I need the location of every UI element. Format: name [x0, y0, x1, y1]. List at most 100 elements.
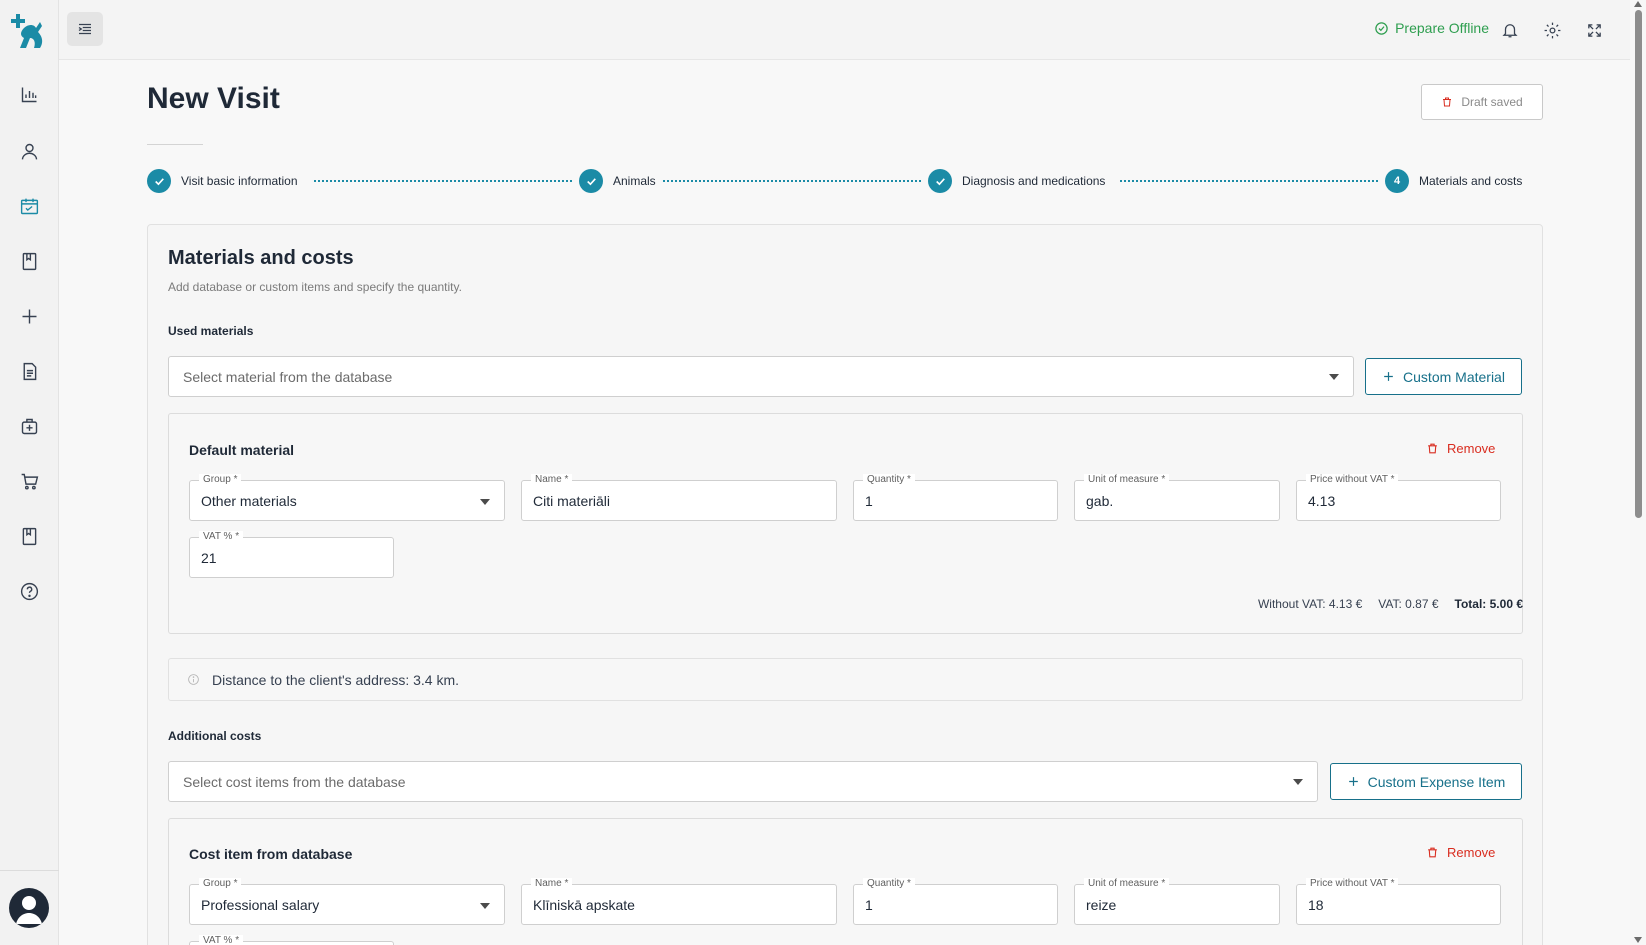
prepare-offline-label: Prepare Offline [1395, 20, 1489, 36]
step-number-badge: 4 [1385, 169, 1409, 193]
step-materials-and-costs[interactable]: 4 Materials and costs [1385, 169, 1522, 193]
cost-group-select[interactable]: Group * Professional salary [189, 878, 505, 925]
prepare-offline-button[interactable]: Prepare Offline [1374, 20, 1489, 36]
field-label: Quantity * [863, 878, 915, 890]
document-icon [23, 362, 36, 380]
field-label: Unit of measure * [1084, 878, 1170, 890]
step-label: Animals [613, 174, 656, 188]
step-animals[interactable]: Animals [579, 169, 656, 193]
field-value: Professional salary [201, 897, 320, 913]
cost-quantity-input[interactable]: Quantity * 1 [853, 878, 1058, 925]
sidebar-item-visits[interactable] [9, 186, 49, 226]
settings-button[interactable] [1540, 18, 1564, 42]
chevron-down-icon [480, 499, 490, 505]
chart-icon [21, 87, 36, 102]
field-value: 21 [201, 550, 217, 566]
sidebar-item-orders[interactable] [9, 461, 49, 501]
field-value: 1 [865, 897, 873, 913]
scrollbar-thumb[interactable] [1635, 10, 1642, 518]
scroll-down-arrow-icon[interactable] [1634, 937, 1642, 943]
custom-expense-label: Custom Expense Item [1367, 773, 1506, 790]
material-group-select[interactable]: Group * Other materials [189, 474, 505, 521]
material-item-title: Default material [189, 442, 295, 458]
custom-material-label: Custom Material [1403, 368, 1505, 385]
field-value: Citi materiāli [533, 493, 611, 509]
custom-material-button[interactable]: Custom Material [1365, 358, 1522, 395]
trash-icon [1428, 847, 1437, 858]
top-bar: Prepare Offline [59, 0, 1630, 60]
medical-bag-icon [21, 418, 37, 434]
draft-saved-button[interactable]: Draft saved [1421, 84, 1543, 120]
app-logo-icon[interactable] [10, 12, 48, 50]
distance-text: Distance to the client's address: 3.4 km… [212, 671, 460, 688]
field-label: Name * [531, 474, 573, 486]
sidebar-item-clients[interactable] [9, 131, 49, 171]
gear-icon [1544, 22, 1560, 38]
material-database-select[interactable]: Select material from the database [168, 356, 1354, 397]
user-icon [21, 143, 37, 159]
material-name-input[interactable]: Name * Citi materiāli [521, 474, 837, 521]
sidebar-item-medications[interactable] [9, 406, 49, 446]
field-label: VAT % * [199, 531, 244, 543]
step-connector [314, 180, 572, 182]
material-vat-input[interactable]: VAT % * 21 [189, 531, 394, 578]
cost-items-database-select[interactable]: Select cost items from the database [168, 761, 1318, 802]
field-value: 1 [865, 493, 873, 509]
check-circle-icon [1375, 21, 1388, 35]
custom-expense-item-button[interactable]: Custom Expense Item [1330, 763, 1522, 800]
step-done-check-icon [928, 169, 952, 193]
used-materials-label: Used materials [168, 324, 254, 338]
chevron-down-icon [480, 903, 490, 909]
cost-price-input[interactable]: Price without VAT * 18 [1296, 878, 1501, 925]
sidebar-item-statistics[interactable] [9, 74, 49, 114]
additional-costs-label: Additional costs [168, 729, 262, 743]
menu-toggle-button[interactable] [67, 12, 103, 46]
step-connector [1120, 180, 1378, 182]
trash-icon [1428, 443, 1437, 454]
step-visit-basic-information[interactable]: Visit basic information [147, 169, 298, 193]
sidebar-item-help[interactable] [9, 571, 49, 611]
scroll-up-arrow-icon[interactable] [1634, 1, 1642, 7]
field-label: Price without VAT * [1306, 474, 1399, 486]
field-label: Group * [199, 878, 242, 890]
sidebar [0, 0, 59, 945]
cost-name-input[interactable]: Name * Klīniskā apskate [521, 878, 837, 925]
field-label: Price without VAT * [1306, 878, 1399, 890]
page-scrollbar[interactable] [1630, 0, 1646, 945]
material-quantity-input[interactable]: Quantity * 1 [853, 474, 1058, 521]
distance-info: Distance to the client's address: 3.4 km… [168, 658, 1523, 701]
field-value: reize [1086, 897, 1117, 913]
bookmark-book-icon [22, 527, 36, 545]
chevron-down-icon [1329, 374, 1339, 380]
remove-label: Remove [1447, 441, 1496, 456]
cost-vat-input[interactable]: VAT % * [189, 935, 394, 945]
notifications-button[interactable] [1498, 18, 1522, 42]
page-title: New Visit [147, 82, 280, 115]
info-icon [188, 674, 199, 685]
material-unit-input[interactable]: Unit of measure * gab. [1074, 474, 1280, 521]
step-diagnosis-and-medications[interactable]: Diagnosis and medications [928, 169, 1105, 193]
without-vat-amount: Without VAT: 4.13 € [1257, 597, 1363, 611]
cost-unit-input[interactable]: Unit of measure * reize [1074, 878, 1280, 925]
book-icon [22, 252, 36, 270]
field-label: Group * [199, 474, 242, 486]
step-done-check-icon [579, 169, 603, 193]
avatar[interactable] [9, 888, 49, 928]
title-underline [147, 144, 203, 145]
calendar-check-icon [20, 198, 38, 214]
card-subtitle: Add database or custom items and specify… [168, 280, 462, 294]
material-price-input[interactable]: Price without VAT * 4.13 [1296, 474, 1501, 521]
sidebar-item-documents[interactable] [9, 351, 49, 391]
fullscreen-button[interactable] [1582, 18, 1606, 42]
sidebar-item-catalog[interactable] [9, 516, 49, 556]
sidebar-item-journal[interactable] [9, 241, 49, 281]
field-label: Name * [531, 878, 573, 890]
remove-cost-item-button[interactable]: Remove [1426, 845, 1495, 860]
sidebar-item-add[interactable] [9, 296, 49, 336]
bell-icon [1502, 24, 1518, 38]
fullscreen-icon [1587, 23, 1601, 37]
card-title: Materials and costs [168, 247, 354, 269]
cost-item-title: Cost item from database [189, 846, 353, 862]
remove-material-button[interactable]: Remove [1426, 441, 1495, 456]
field-value: 18 [1308, 897, 1324, 913]
